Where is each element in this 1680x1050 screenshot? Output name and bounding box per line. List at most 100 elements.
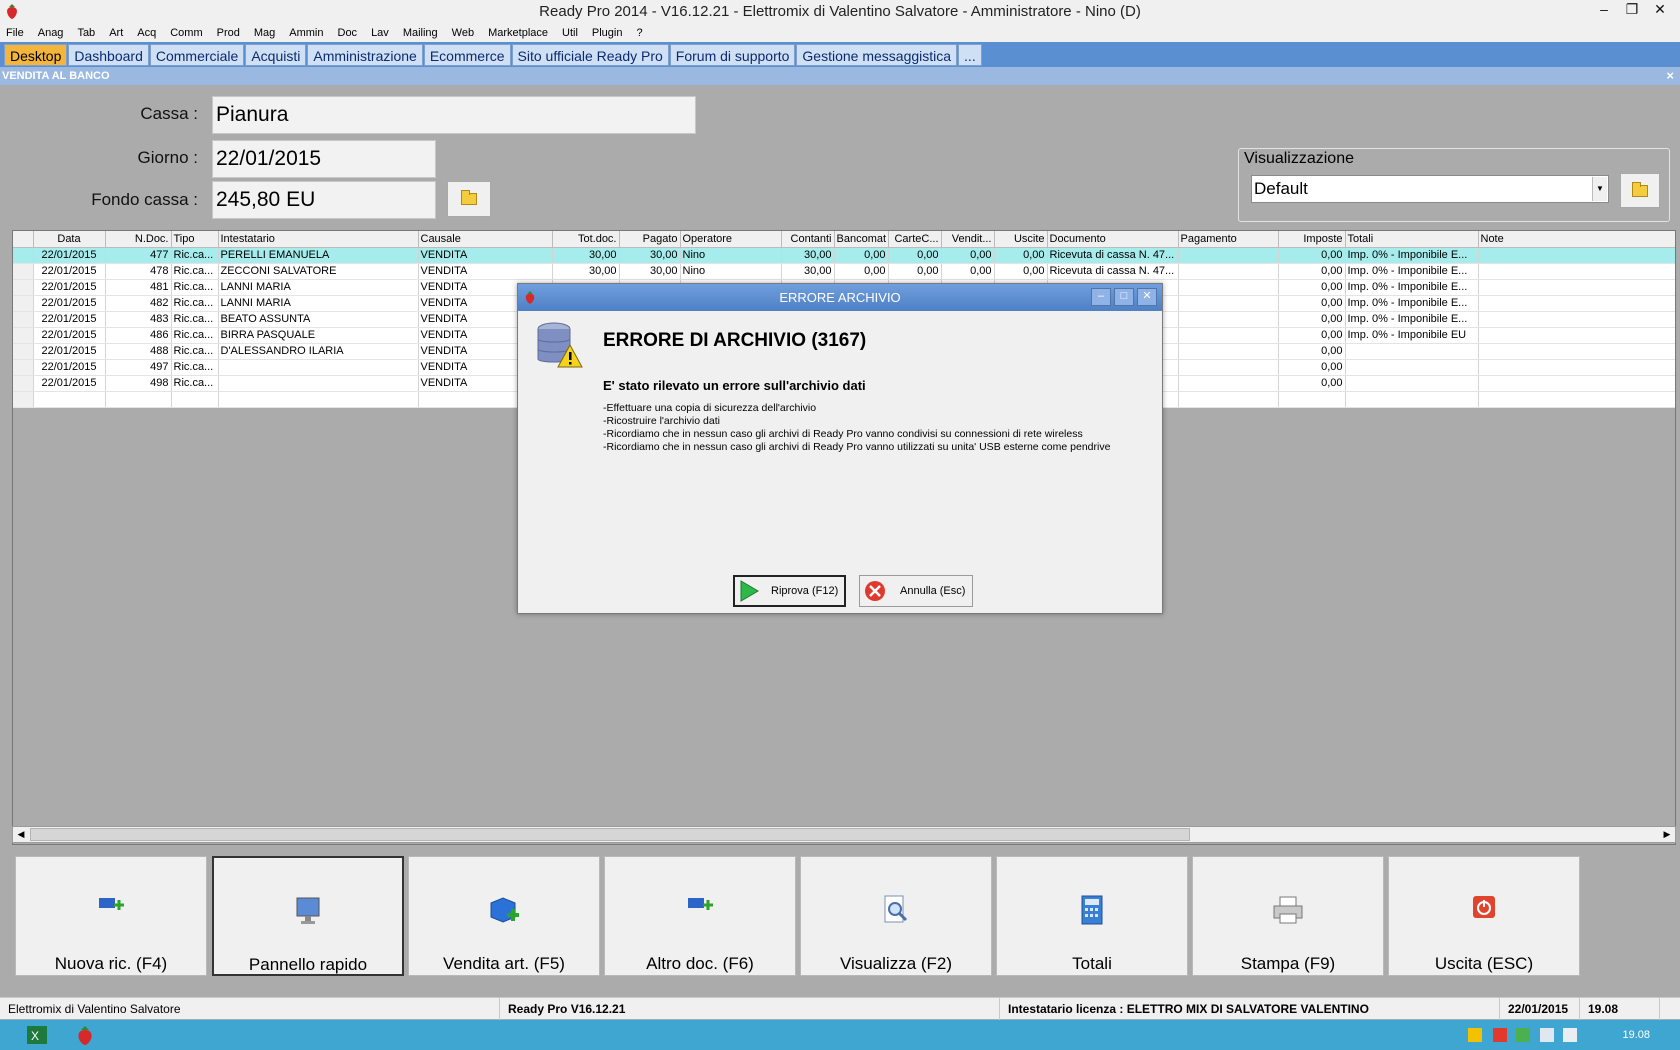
scrollbar-thumb[interactable] xyxy=(30,828,1190,841)
tab-sito-ufficiale[interactable]: Sito ufficiale Ready Pro xyxy=(511,44,669,66)
col-totdoc[interactable]: Tot.doc. xyxy=(552,231,620,248)
row-indicator[interactable] xyxy=(13,327,34,344)
col-pagato[interactable]: Pagato xyxy=(619,231,681,248)
menu-acq[interactable]: Acq xyxy=(137,24,156,42)
col-documento[interactable]: Documento xyxy=(1047,231,1179,248)
excel-icon[interactable]: X xyxy=(26,1024,48,1046)
dialog-close-icon[interactable]: ✕ xyxy=(1137,288,1157,306)
table-row[interactable]: 22/01/2015 478 Ric.ca... ZECCONI SALVATORE V… xyxy=(13,263,1675,280)
close-icon[interactable]: ✕ xyxy=(1646,0,1674,20)
minimize-icon[interactable]: – xyxy=(1590,0,1618,20)
col-tipo[interactable]: Tipo xyxy=(171,231,219,248)
fondo-cassa-field[interactable]: 245,80 EU xyxy=(212,181,436,219)
menu-lav[interactable]: Lav xyxy=(371,24,389,42)
visualizzazione-select[interactable]: Default ▼ xyxy=(1251,175,1609,203)
tab-more[interactable]: ... xyxy=(958,44,982,66)
dialog-line: -Effettuare una copia di sicurezza dell'… xyxy=(603,402,817,414)
folder-icon xyxy=(461,190,477,205)
row-indicator[interactable] xyxy=(13,311,34,328)
row-indicator[interactable] xyxy=(13,295,34,312)
shield-icon[interactable] xyxy=(1468,1028,1482,1042)
table-cell xyxy=(218,359,419,376)
menu-marketplace[interactable]: Marketplace xyxy=(488,24,548,42)
totali-button[interactable]: Totali xyxy=(996,856,1188,976)
altro-documento-button[interactable]: Altro doc. (F6) xyxy=(604,856,796,976)
nuova-ricevuta-button[interactable]: Nuova ric. (F4) xyxy=(15,856,207,976)
menu-file[interactable]: File xyxy=(6,24,24,42)
row-indicator[interactable] xyxy=(13,279,34,296)
menu-util[interactable]: Util xyxy=(562,24,578,42)
tray-app-icon[interactable] xyxy=(1493,1028,1507,1042)
security-icon[interactable] xyxy=(1516,1028,1530,1042)
stampa-button[interactable]: Stampa (F9) xyxy=(1192,856,1384,976)
table-cell xyxy=(105,391,172,408)
menu-web[interactable]: Web xyxy=(452,24,474,42)
col-intestatario[interactable]: Intestatario xyxy=(218,231,419,248)
col-pagamento[interactable]: Pagamento xyxy=(1178,231,1279,248)
network-icon[interactable] xyxy=(1540,1028,1554,1042)
tab-ecommerce[interactable]: Ecommerce xyxy=(423,44,511,66)
tab-commerciale[interactable]: Commerciale xyxy=(149,44,245,66)
row-indicator[interactable] xyxy=(13,375,34,392)
menu-doc[interactable]: Doc xyxy=(338,24,358,42)
menu-help[interactable]: ? xyxy=(636,24,642,42)
col-note[interactable]: Note xyxy=(1478,231,1675,248)
menu-art[interactable]: Art xyxy=(109,24,123,42)
col-vendit[interactable]: Vendit... xyxy=(941,231,995,248)
table-cell xyxy=(1345,359,1479,376)
horizontal-scrollbar[interactable]: ◀ ▶ xyxy=(12,826,1676,843)
scroll-right-icon[interactable]: ▶ xyxy=(1659,827,1675,842)
menu-mailing[interactable]: Mailing xyxy=(403,24,438,42)
menu-mag[interactable]: Mag xyxy=(254,24,275,42)
col-imposte[interactable]: Imposte xyxy=(1278,231,1346,248)
strawberry-app-icon[interactable] xyxy=(74,1024,96,1046)
col-bancomat[interactable]: Bancomat xyxy=(834,231,889,248)
tab-dashboard[interactable]: Dashboard xyxy=(68,44,149,66)
tab-messaggistica[interactable]: Gestione messaggistica xyxy=(796,44,958,66)
taskbar-clock: 19.08 xyxy=(1622,1029,1650,1041)
menu-tab[interactable]: Tab xyxy=(77,24,95,42)
tab-acquisti[interactable]: Acquisti xyxy=(245,44,307,66)
add-doc-icon xyxy=(99,898,124,910)
tab-desktop[interactable]: Desktop xyxy=(4,44,68,66)
row-indicator[interactable] xyxy=(13,359,34,376)
section-close-icon[interactable]: × xyxy=(1666,67,1674,85)
menu-comm[interactable]: Comm xyxy=(170,24,202,42)
row-indicator[interactable] xyxy=(13,247,34,264)
dialog-minimize-icon[interactable]: – xyxy=(1091,288,1111,306)
dialog-maximize-icon[interactable]: □ xyxy=(1114,288,1134,306)
flag-icon[interactable] xyxy=(1563,1028,1577,1042)
visualizzazione-button[interactable] xyxy=(1620,173,1660,208)
visualizza-button[interactable]: Visualizza (F2) xyxy=(800,856,992,976)
fondo-cassa-button[interactable] xyxy=(447,181,491,217)
col-causale[interactable]: Causale xyxy=(418,231,553,248)
menu-anag[interactable]: Anag xyxy=(38,24,64,42)
scroll-left-icon[interactable]: ◀ xyxy=(13,827,29,842)
pannello-rapido-button[interactable]: Pannello rapido xyxy=(212,856,404,976)
row-indicator[interactable] xyxy=(13,263,34,280)
visualizzazione-label: Visualizzazione xyxy=(1244,150,1357,168)
cassa-field[interactable]: Pianura xyxy=(212,96,696,134)
col-contanti[interactable]: Contanti xyxy=(781,231,835,248)
tab-forum[interactable]: Forum di supporto xyxy=(669,44,796,66)
chevron-down-icon[interactable]: ▼ xyxy=(1592,177,1607,201)
restore-icon[interactable]: ❐ xyxy=(1618,0,1646,20)
col-operatore[interactable]: Operatore xyxy=(680,231,782,248)
retry-button[interactable]: Riprova (F12) xyxy=(733,575,846,607)
col-uscite[interactable]: Uscite xyxy=(994,231,1048,248)
menu-prod[interactable]: Prod xyxy=(217,24,240,42)
tab-amministrazione[interactable]: Amministrazione xyxy=(307,44,423,66)
cancel-button[interactable]: Annulla (Esc) xyxy=(859,575,973,607)
col-totali[interactable]: Totali xyxy=(1345,231,1479,248)
giorno-field[interactable]: 22/01/2015 xyxy=(212,140,436,178)
col-cartec[interactable]: CarteC... xyxy=(888,231,942,248)
uscita-button[interactable]: Uscita (ESC) xyxy=(1388,856,1580,976)
menu-plugin[interactable]: Plugin xyxy=(592,24,623,42)
row-indicator[interactable] xyxy=(13,343,34,360)
menu-ammin[interactable]: Ammin xyxy=(289,24,323,42)
col-ndoc[interactable]: N.Doc. xyxy=(105,231,172,248)
giorno-label: Giorno : xyxy=(137,148,198,167)
col-data[interactable]: Data xyxy=(33,231,106,248)
table-row[interactable]: 22/01/2015 477 Ric.ca... PERELLI EMANUELA VE… xyxy=(13,247,1675,264)
vendita-articolo-button[interactable]: Vendita art. (F5) xyxy=(408,856,600,976)
